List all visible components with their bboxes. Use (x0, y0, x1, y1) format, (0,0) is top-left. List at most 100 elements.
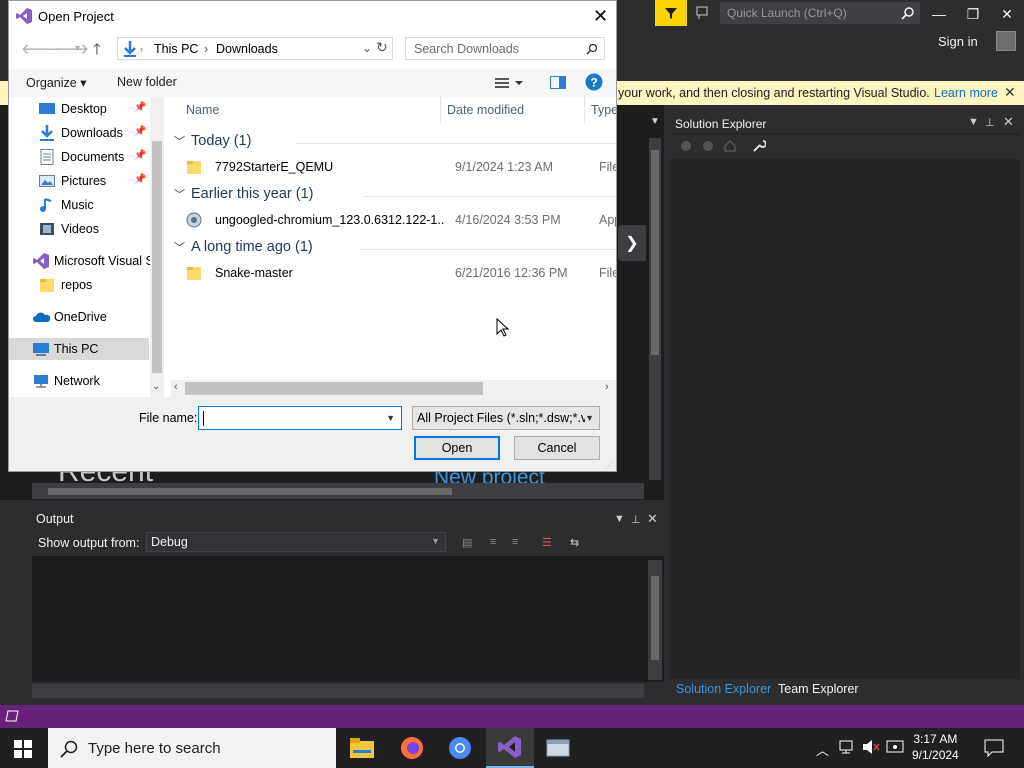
next-arrow-button[interactable]: ❯ (618, 225, 646, 261)
column-divider[interactable] (440, 97, 441, 123)
new-folder-button[interactable]: New folder (117, 75, 177, 89)
wrench-icon[interactable] (752, 139, 766, 153)
minimize-button[interactable]: — (922, 0, 956, 28)
chevron-down-icon[interactable]: ▼ (968, 116, 979, 128)
refresh-icon[interactable]: ↻ (376, 39, 388, 56)
chevron-down-icon[interactable]: ▼ (386, 413, 395, 423)
scrollbar-thumb[interactable] (152, 141, 162, 373)
search-downloads-input[interactable]: Search Downloads (405, 37, 605, 60)
chevron-left-icon[interactable]: ‹ (174, 381, 178, 393)
output-source-select[interactable]: Debug ▼ (146, 532, 446, 552)
tab-team-explorer[interactable]: Team Explorer (778, 682, 859, 696)
group-header-a-long-time-ago[interactable]: ﹀ A long time ago (1) (174, 239, 313, 255)
output-text-area[interactable] (32, 556, 664, 682)
cancel-button[interactable]: Cancel (514, 436, 600, 460)
open-button[interactable]: Open (414, 436, 500, 460)
nav-item-pictures[interactable]: Pictures 📌 (9, 170, 149, 192)
scrollbar-thumb[interactable] (185, 382, 483, 395)
forward-arrow-icon[interactable]: 🡒 (49, 39, 89, 58)
chevron-right-icon[interactable]: › (605, 381, 609, 393)
nav-item-network[interactable]: Network (9, 370, 149, 392)
taskbar-search-box[interactable]: Type here to search (48, 728, 336, 768)
column-divider[interactable] (584, 97, 585, 123)
resize-grip-icon[interactable]: ⋰ (605, 461, 613, 470)
home-icon[interactable] (724, 140, 736, 152)
chromium-icon[interactable] (436, 728, 484, 768)
restore-button[interactable]: ❐ (956, 0, 990, 28)
scrollbar-thumb[interactable] (651, 576, 659, 660)
breadcrumb-downloads[interactable]: Downloads (216, 42, 278, 56)
pin-icon[interactable]: ⊥ (631, 513, 641, 526)
taskbar-clock[interactable]: 3:17 AM 9/1/2024 (912, 731, 959, 763)
nav-item-onedrive[interactable]: OneDrive (9, 306, 149, 328)
breadcrumb-this-pc[interactable]: This PC (154, 42, 198, 56)
file-row[interactable]: ungoogled-chromium_123.0.6312.122-1... 4… (182, 209, 616, 231)
close-window-button[interactable]: ✕ (990, 0, 1024, 28)
clear-all-icon[interactable]: ☰ (542, 536, 552, 549)
volume-muted-icon[interactable] (862, 739, 880, 755)
recent-locations-icon[interactable]: ▾ (75, 43, 80, 54)
up-arrow-icon[interactable]: 🡑 (93, 39, 101, 64)
file-row[interactable]: Snake-master 6/21/2016 12:36 PM File fo (182, 262, 616, 284)
firefox-icon[interactable] (388, 728, 436, 768)
prev-message-icon[interactable]: ≡ (490, 536, 496, 548)
account-avatar-icon[interactable] (996, 31, 1016, 51)
preview-pane-icon[interactable] (550, 76, 566, 90)
nav-item-desktop[interactable]: Desktop 📌 (9, 98, 149, 120)
file-type-select[interactable]: All Project Files (*.sln;*.dsw;*.vc ▼ (412, 406, 600, 430)
notification-flag-icon[interactable] (695, 5, 711, 21)
nav-item-repos[interactable]: repos (9, 274, 149, 296)
file-row[interactable]: 7792StarterE_QEMU 9/1/2024 1:23 AM File … (182, 156, 616, 178)
forward-icon[interactable] (702, 140, 714, 152)
chevron-down-icon[interactable]: ⌄ (362, 41, 372, 55)
close-icon[interactable]: ✕ (1003, 114, 1014, 130)
group-header-earlier-this-year[interactable]: ﹀ Earlier this year (1) (174, 186, 313, 202)
nav-item-music[interactable]: Music (9, 194, 149, 216)
windows-start-icon[interactable] (14, 740, 32, 758)
file-list-horizontal-scrollbar[interactable]: ‹ › (171, 380, 616, 397)
learn-more-link[interactable]: Learn more (934, 86, 998, 100)
file-name-input[interactable]: ▼ (198, 406, 402, 430)
chevron-down-icon[interactable]: ▼ (614, 513, 625, 525)
next-message-icon[interactable]: ≡ (512, 536, 518, 548)
nav-item-downloads[interactable]: Downloads 📌 (9, 122, 149, 144)
word-wrap-icon[interactable]: ⇆ (570, 536, 579, 549)
output-horizontal-scrollbar[interactable] (32, 684, 644, 698)
visual-studio-icon (16, 8, 32, 24)
column-header-type[interactable]: Type (591, 103, 616, 117)
column-header-name[interactable]: Name (186, 103, 219, 117)
scrollbar-thumb[interactable] (48, 488, 452, 495)
chevron-down-icon: ﹀ (174, 189, 185, 201)
help-icon[interactable]: ? (585, 73, 603, 91)
chevron-down-icon[interactable]: ▼ (650, 116, 660, 127)
display-tray-icon[interactable] (886, 739, 904, 755)
sign-in-link[interactable]: Sign in (938, 34, 978, 49)
navigation-scrollbar[interactable]: ⌄ (150, 97, 164, 397)
chevron-up-icon[interactable]: ︿ (816, 740, 829, 759)
nav-item-documents[interactable]: Documents 📌 (9, 146, 149, 168)
scrollbar-thumb[interactable] (651, 150, 659, 355)
quick-launch-input[interactable]: Quick Launch (Ctrl+Q) (720, 2, 920, 24)
dialog-close-button[interactable]: ✕ (593, 6, 608, 27)
tab-solution-explorer[interactable]: Solution Explorer (676, 682, 771, 696)
chevron-down-icon[interactable]: ⌄ (152, 381, 160, 392)
pin-icon[interactable]: ⊥ (985, 116, 995, 129)
file-explorer-icon[interactable] (338, 728, 386, 768)
infobar-close-button[interactable]: ✕ (1004, 84, 1016, 101)
visual-studio-icon[interactable] (486, 728, 534, 768)
nav-item-microsoft-visual-studio[interactable]: Microsoft Visual S (9, 250, 150, 272)
view-options-icon[interactable] (495, 76, 525, 90)
feedback-filter-icon[interactable] (655, 0, 687, 26)
notifications-icon[interactable] (984, 739, 1004, 757)
nav-item-videos[interactable]: Videos (9, 218, 149, 240)
network-tray-icon[interactable] (838, 739, 856, 755)
app-window-icon[interactable] (534, 728, 582, 768)
nav-item-this-pc[interactable]: This PC (9, 338, 149, 360)
group-header-today[interactable]: ﹀ Today (1) (174, 133, 251, 149)
address-bar[interactable]: › This PC › Downloads ⌄ ↻ (117, 37, 393, 60)
column-header-date-modified[interactable]: Date modified (447, 103, 524, 117)
close-icon[interactable]: ✕ (647, 511, 658, 527)
organize-button[interactable]: Organize ▾ (26, 75, 86, 90)
find-message-icon[interactable]: ▤ (462, 536, 472, 549)
back-icon[interactable] (680, 140, 692, 152)
